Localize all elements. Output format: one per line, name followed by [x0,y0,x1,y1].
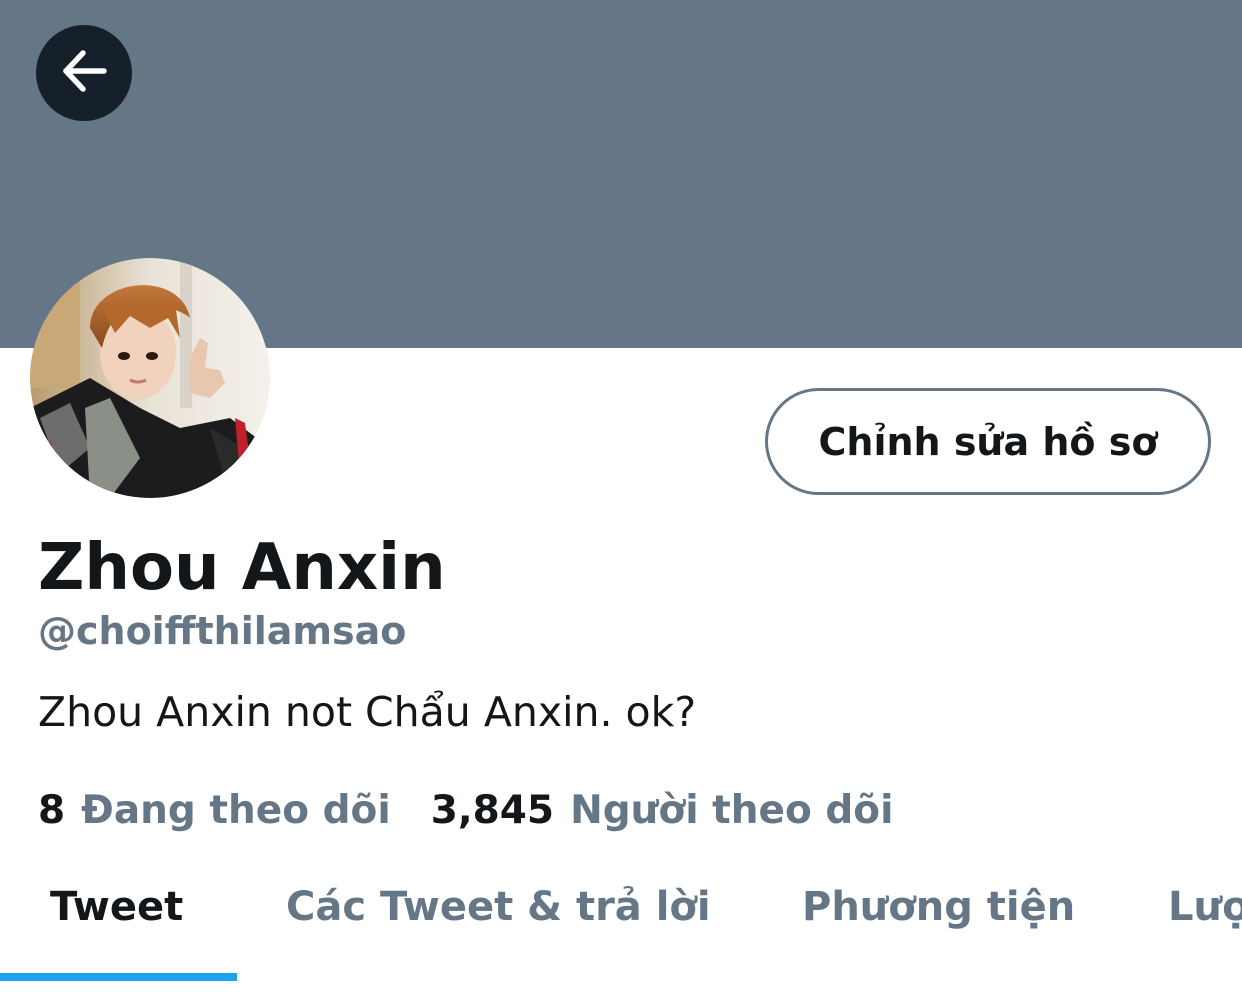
followers-stat[interactable]: 3,845 Người theo dõi [431,786,894,836]
arrow-left-icon [58,45,110,101]
active-tab-indicator [0,973,237,981]
tab-media[interactable]: Phương tiện [802,882,1075,932]
profile-bio: Zhou Anxin not Chẩu Anxin. ok? [38,688,697,736]
followers-label: Người theo dõi [570,788,894,833]
following-label: Đang theo dõi [81,788,391,833]
display-name: Zhou Anxin [38,531,446,605]
follow-stats: 8 Đang theo dõi 3,845 Người theo dõi [38,786,893,836]
tab-tweets-replies[interactable]: Các Tweet & trả lời [286,882,711,932]
tab-likes[interactable]: Lượt thích [1168,882,1242,932]
following-stat[interactable]: 8 Đang theo dõi [38,786,391,836]
user-handle: @choiffthilamsao [38,609,407,653]
tab-tweets[interactable]: Tweet [50,882,183,932]
avatar[interactable] [30,258,270,498]
edit-profile-label: Chỉnh sửa hồ sơ [818,419,1158,464]
profile-page: Chỉnh sửa hồ sơ Zhou Anxin @choiffthilam… [0,0,1242,1006]
followers-count: 3,845 [430,788,555,833]
back-button[interactable] [36,25,132,121]
edit-profile-button[interactable]: Chỉnh sửa hồ sơ [765,388,1211,495]
following-count: 8 [38,788,66,833]
profile-tabs: Tweet Các Tweet & trả lời Phương tiện Lư… [0,860,1242,1006]
